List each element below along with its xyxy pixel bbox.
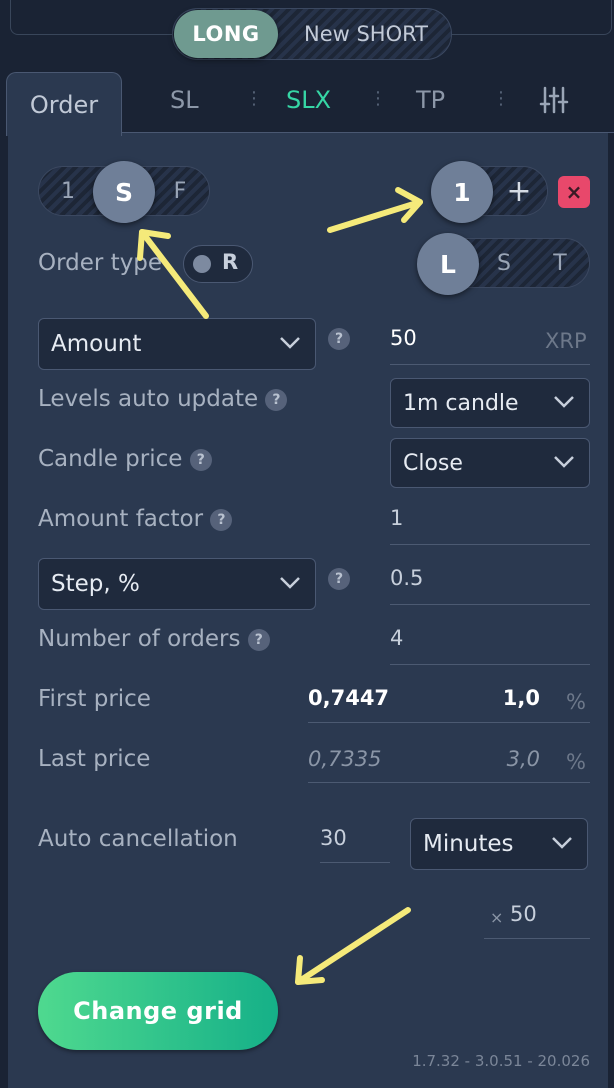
arrow-to-change-grid — [295, 907, 411, 985]
annotation-arrows — [137, 187, 423, 985]
arrow-to-mode-selector — [139, 229, 209, 319]
